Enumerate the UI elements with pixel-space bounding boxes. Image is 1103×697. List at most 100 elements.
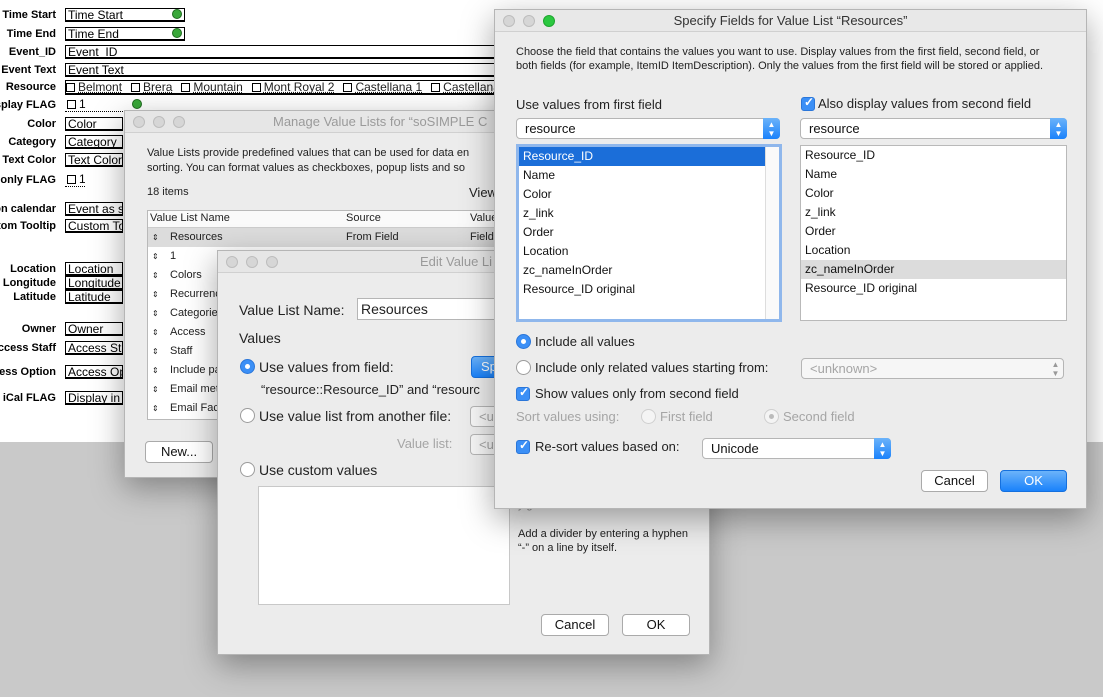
layout-field[interactable]: Text Color	[65, 153, 123, 167]
field-list-item[interactable]: z_link	[801, 203, 1066, 222]
resort-checkbox[interactable]	[516, 438, 530, 454]
popup-arrows-icon: ▲ ▼	[1050, 118, 1067, 139]
sort-first-radio[interactable]	[641, 409, 656, 424]
col-name-header[interactable]: Value List Name	[150, 212, 230, 224]
close-window-icon[interactable]	[503, 15, 515, 27]
value-list-name-input[interactable]: Resources	[357, 298, 507, 320]
layout-field[interactable]: Time End	[65, 27, 185, 41]
also-display-second-checkbox[interactable]	[801, 95, 815, 111]
layout-label: Resource	[5, 81, 56, 93]
custom-values-radio[interactable]	[240, 462, 255, 477]
field-list-item[interactable]: Location	[519, 242, 779, 261]
field-list-item[interactable]: Color	[519, 185, 779, 204]
field-list-item[interactable]: zc_nameInOrder	[519, 261, 779, 280]
include-all-radio[interactable]	[516, 334, 531, 349]
sort-second-label: Second field	[783, 409, 855, 424]
first-field-list[interactable]: Resource_ID Name Color z_link Order Location z…	[516, 144, 782, 322]
specify-cancel-button[interactable]: Cancel	[921, 470, 988, 492]
include-related-radio[interactable]	[516, 360, 531, 375]
zoom-window-icon[interactable]	[173, 116, 185, 128]
layout-field[interactable]: Longitude	[65, 276, 123, 290]
custom-values-textarea[interactable]	[258, 486, 510, 605]
zoom-window-icon[interactable]	[266, 256, 278, 268]
field-list-item[interactable]: z_link	[519, 204, 779, 223]
sort-second-radio[interactable]	[764, 409, 779, 424]
field-list-item[interactable]: Name	[801, 165, 1066, 184]
layout-label: Location	[10, 263, 56, 275]
resort-popup[interactable]: Unicode ▲ ▼	[702, 438, 891, 459]
second-field-list[interactable]: Resource_ID Name Color z_link Order Location z…	[800, 145, 1067, 321]
checkbox-icon	[67, 175, 76, 184]
layout-field[interactable]: Color	[65, 117, 123, 131]
checkbox-icon	[431, 83, 441, 92]
sort-handle-icon[interactable]: ⇕	[152, 304, 159, 323]
item-count: 18 items	[147, 186, 189, 198]
sort-handle-icon[interactable]: ⇕	[152, 266, 159, 285]
field-list-item[interactable]: Order	[801, 222, 1066, 241]
layout-field[interactable]: Latitude	[65, 290, 123, 304]
first-list-scrollbar[interactable]	[765, 147, 779, 319]
use-file-radio[interactable]	[240, 408, 255, 423]
sort-handle-icon[interactable]: ⇕	[152, 399, 159, 418]
layout-field[interactable]: Access Op	[65, 365, 123, 379]
field-list-item[interactable]: Color	[801, 184, 1066, 203]
field-list-item[interactable]: Location	[801, 241, 1066, 260]
checkbox-icon	[251, 83, 261, 92]
layout-field[interactable]: Category	[65, 135, 123, 149]
sort-handle-icon[interactable]: ⇕	[152, 285, 159, 304]
specify-fields-window: Specify Fields for Value List “Resources…	[494, 9, 1087, 509]
layout-field[interactable]: Custom To	[65, 219, 123, 233]
resource-checkbox[interactable]: Mountain	[181, 81, 243, 93]
resource-checkbox[interactable]: Mont Royal 2	[251, 81, 334, 93]
edit-cancel-button[interactable]: Cancel	[541, 614, 609, 636]
layout-field[interactable]: Owner	[65, 322, 123, 336]
layout-field[interactable]: Location	[65, 262, 123, 276]
checkbox-icon	[343, 83, 353, 92]
minimize-window-icon[interactable]	[523, 15, 535, 27]
field-list-item[interactable]: Name	[519, 166, 779, 185]
field-description: “resource::Resource_ID” and “resourc	[261, 382, 480, 397]
layout-label: Owner	[21, 323, 56, 335]
first-table-popup[interactable]: resource ▲ ▼	[516, 118, 780, 139]
layout-field[interactable]: Time Start	[65, 8, 185, 22]
minimize-window-icon[interactable]	[246, 256, 258, 268]
field-list-item[interactable]: Resource_ID original	[519, 280, 779, 299]
close-window-icon[interactable]	[133, 116, 145, 128]
related-popup-value: <unknown>	[810, 361, 878, 376]
new-value-list-button[interactable]: New...	[145, 441, 213, 463]
second-table-popup[interactable]: resource ▲ ▼	[800, 118, 1067, 139]
sort-handle-icon[interactable]: ⇕	[152, 323, 159, 342]
show-second-checkbox[interactable]	[516, 385, 530, 401]
divider-hint: Add a divider by entering a hyphen “-” o…	[518, 528, 689, 554]
col-source-header[interactable]: Source	[346, 212, 381, 224]
sort-handle-icon[interactable]: ⇕	[152, 247, 159, 266]
sort-handle-icon[interactable]: ⇕	[152, 228, 159, 247]
field-list-item[interactable]: Order	[519, 223, 779, 242]
resource-checkbox[interactable]: Belmont	[66, 81, 122, 93]
minimize-window-icon[interactable]	[153, 116, 165, 128]
sort-handle-icon[interactable]: ⇕	[152, 361, 159, 380]
edit-ok-button[interactable]: OK	[622, 614, 690, 636]
layout-field[interactable]: Display in i	[65, 391, 123, 405]
specify-ok-button[interactable]: OK	[1000, 470, 1067, 492]
field-list-item[interactable]: zc_nameInOrder	[801, 260, 1066, 279]
layout-field[interactable]: Event_ID	[65, 45, 505, 59]
sort-handle-icon[interactable]: ⇕	[152, 342, 159, 361]
close-window-icon[interactable]	[226, 256, 238, 268]
popup-arrows-icon: ▲ ▼	[763, 118, 780, 139]
zoom-window-icon[interactable]	[543, 15, 555, 27]
value-list-row[interactable]: ⇕ Resources From Field Field	[148, 228, 506, 247]
layout-field[interactable]: 1	[65, 173, 85, 187]
field-list-item[interactable]: Resource_ID	[519, 147, 779, 166]
sort-handle-icon[interactable]: ⇕	[152, 380, 159, 399]
layout-field[interactable]: Access Sta	[65, 341, 123, 355]
resource-checkbox[interactable]: Brera	[131, 81, 172, 93]
resource-checkbox[interactable]: Castellana 1	[343, 81, 422, 93]
field-list-item[interactable]: Resource_ID	[801, 146, 1066, 165]
layout-field[interactable]: Event as s	[65, 202, 123, 216]
resource-checkbox[interactable]: Castellana	[431, 81, 496, 93]
related-popup[interactable]: <unknown> ▲ ▼	[801, 358, 1064, 379]
layout-field[interactable]: Event Text	[65, 63, 505, 77]
field-list-item[interactable]: Resource_ID original	[801, 279, 1066, 298]
use-field-radio[interactable]	[240, 359, 255, 374]
